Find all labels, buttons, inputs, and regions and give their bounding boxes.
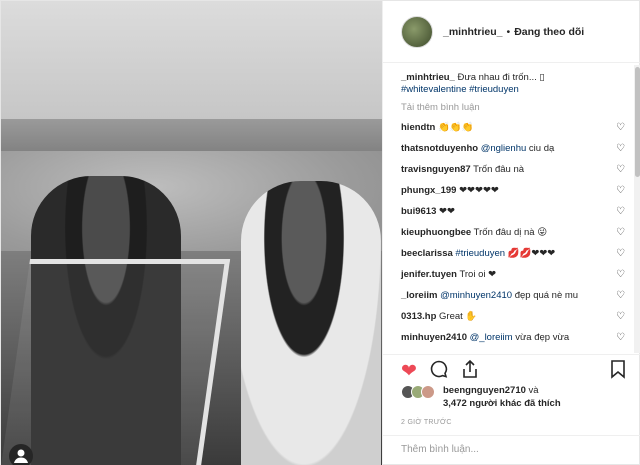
instagram-post: _minhtrieu_ • Đang theo dõi _minhtrieu_ … xyxy=(0,0,640,465)
comment-body: ❤❤ xyxy=(439,206,455,217)
tagged-user-icon[interactable] xyxy=(9,444,33,465)
comment-like-icon[interactable]: ♡ xyxy=(616,164,625,176)
comment-row: bui9613 ❤❤ ♡ xyxy=(401,206,625,218)
header-separator: • xyxy=(506,25,511,38)
avatar[interactable] xyxy=(401,15,433,48)
comment-like-icon[interactable]: ♡ xyxy=(616,185,625,197)
comment-username[interactable]: thatsnotduyenho xyxy=(401,143,478,154)
comment-like-icon[interactable]: ♡ xyxy=(616,290,625,302)
post-side-panel: _minhtrieu_ • Đang theo dõi _minhtrieu_ … xyxy=(382,1,640,465)
comment-row: kieuphuongbee Trốn đâu dị nà 😜 ♡ xyxy=(401,227,625,239)
comment-username[interactable]: _loreiim xyxy=(401,290,437,301)
comment-username[interactable]: phungx_199 xyxy=(401,185,456,196)
comment-username[interactable]: hiendtn xyxy=(401,122,435,133)
scrollbar-thumb[interactable] xyxy=(635,67,640,177)
comment-like-icon[interactable]: ♡ xyxy=(616,248,625,260)
comment-username[interactable]: 0313.hp xyxy=(401,311,436,322)
comment-username[interactable]: beeclarissa xyxy=(401,248,453,259)
header-username[interactable]: _minhtrieu_ xyxy=(443,26,503,38)
comment-username[interactable]: minhuyen2410 xyxy=(401,332,467,343)
likes-text: beengnguyen2710 và 3,472 người khác đã t… xyxy=(443,384,561,414)
comment-text: phungx_199 ❤❤❤❤❤ xyxy=(401,185,606,197)
comment-username[interactable]: travisnguyen87 xyxy=(401,164,471,175)
comment-row: beeclarissa #trieuduyen 💋💋❤❤❤ ♡ xyxy=(401,248,625,260)
comment-username[interactable]: bui9613 xyxy=(401,206,436,217)
comment-username[interactable]: kieuphuongbee xyxy=(401,227,471,238)
comment-like-icon[interactable]: ♡ xyxy=(616,269,625,281)
comment-body: ❤❤❤❤❤ xyxy=(459,185,499,196)
comment-text: bui9613 ❤❤ xyxy=(401,206,606,218)
comment-text: thatsnotduyenho @nglienhu ciu dạ xyxy=(401,143,606,155)
comment-body: Trốn đâu dị nà 😜 xyxy=(473,227,548,238)
comment-like-icon[interactable]: ♡ xyxy=(616,311,625,323)
comments-list[interactable]: _minhtrieu_ Đưa nhau đi trốn... ▯ #white… xyxy=(383,64,635,354)
comment-body: Great ✋ xyxy=(439,311,478,322)
comment-like-icon[interactable]: ♡ xyxy=(616,332,625,344)
share-icon[interactable] xyxy=(461,359,479,385)
comment-like-icon[interactable]: ♡ xyxy=(616,227,625,239)
photo-windshield xyxy=(1,259,231,465)
post-timestamp[interactable]: 2 GIỜ TRƯỚC xyxy=(401,419,452,426)
photo-person-right xyxy=(241,181,381,465)
comment-body: Trốn đâu nà xyxy=(473,164,525,175)
comment-mention[interactable]: #trieuduyen xyxy=(455,248,505,259)
comment-row: _loreiim @minhuyen2410 đẹp quá nè mu ♡ xyxy=(401,290,625,302)
comment-body: 👏👏👏 xyxy=(437,122,474,133)
post-photo[interactable] xyxy=(1,1,382,465)
comment-like-icon[interactable]: ♡ xyxy=(616,122,625,134)
comment-row: phungx_199 ❤❤❤❤❤ ♡ xyxy=(401,185,625,197)
comment-body: 💋💋❤❤❤ xyxy=(507,248,556,259)
comment-text: kieuphuongbee Trốn đâu dị nà 😜 xyxy=(401,227,606,239)
other-likers[interactable]: 3,472 người khác đã thích xyxy=(443,398,561,409)
comment-mention[interactable]: @_loreiim xyxy=(470,332,513,343)
first-liker[interactable]: beengnguyen2710 xyxy=(443,385,526,396)
comment-row: thatsnotduyenho @nglienhu ciu dạ ♡ xyxy=(401,143,625,155)
comment-text: minhuyen2410 @_loreiim vừa đẹp vừa xyxy=(401,332,606,344)
comment-body: Troi oi ❤ xyxy=(459,269,497,280)
comment-text: hiendtn 👏👏👏 xyxy=(401,122,606,134)
likes-connector: và xyxy=(528,385,539,396)
follow-status-button[interactable]: Đang theo dõi xyxy=(514,26,584,38)
comment-row: hiendtn 👏👏👏 ♡ xyxy=(401,122,625,134)
load-more-comments[interactable]: Tải thêm bình luận xyxy=(401,102,625,114)
comment-username[interactable]: jenifer.tuyen xyxy=(401,269,457,280)
liker-avatar[interactable] xyxy=(421,385,435,399)
comment-like-icon[interactable]: ♡ xyxy=(616,206,625,218)
comment-row: jenifer.tuyen Troi oi ❤ ♡ xyxy=(401,269,625,281)
caption-hashtags[interactable]: #whitevalentine #trieuduyen xyxy=(401,84,625,96)
liker-avatars xyxy=(401,385,435,414)
comment-text: jenifer.tuyen Troi oi ❤ xyxy=(401,269,606,281)
comment-row: travisnguyen87 Trốn đâu nà ♡ xyxy=(401,164,625,176)
like-icon[interactable]: ❤ xyxy=(401,361,417,383)
caption-text: Đưa nhau đi trốn... ▯ xyxy=(457,72,545,83)
comment-row: 0313.hp Great ✋ ♡ xyxy=(401,311,625,323)
comment-like-icon[interactable]: ♡ xyxy=(616,143,625,155)
add-comment-input[interactable]: Thêm bình luận... xyxy=(383,435,640,465)
comment-body: đẹp quá nè mu xyxy=(514,290,579,301)
post-actions: ❤ xyxy=(383,354,640,384)
comment-mention[interactable]: @minhuyen2410 xyxy=(440,290,512,301)
comment-body: vừa đẹp vừa xyxy=(515,332,570,343)
caption: _minhtrieu_ Đưa nhau đi trốn... ▯ #white… xyxy=(401,72,625,96)
comment-text: beeclarissa #trieuduyen 💋💋❤❤❤ xyxy=(401,248,606,260)
likes-summary: beengnguyen2710 và 3,472 người khác đã t… xyxy=(401,384,636,414)
comments-scrollbar[interactable] xyxy=(634,65,640,353)
comment-text: _loreiim @minhuyen2410 đẹp quá nè mu xyxy=(401,290,606,302)
comment-text: 0313.hp Great ✋ xyxy=(401,311,606,323)
comment-mention[interactable]: @nglienhu xyxy=(481,143,527,154)
photo-sky xyxy=(1,1,382,131)
save-icon[interactable] xyxy=(610,359,626,385)
comment-body: ciu dạ xyxy=(528,143,555,154)
post-header: _minhtrieu_ • Đang theo dõi xyxy=(383,1,640,63)
comment-icon[interactable] xyxy=(429,359,449,385)
caption-username[interactable]: _minhtrieu_ xyxy=(401,72,455,83)
comment-text: travisnguyen87 Trốn đâu nà xyxy=(401,164,606,176)
comment-row: minhuyen2410 @_loreiim vừa đẹp vừa ♡ xyxy=(401,332,625,344)
